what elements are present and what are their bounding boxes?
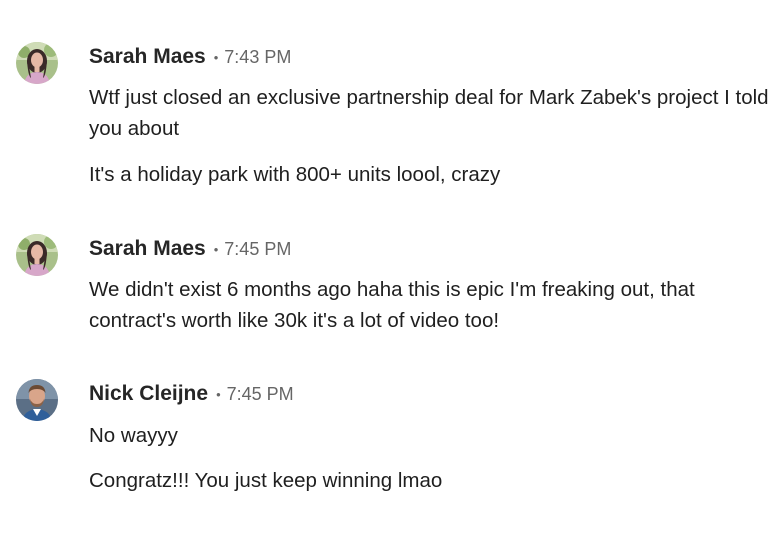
sender-name[interactable]: Sarah Maes bbox=[89, 237, 206, 261]
timestamp[interactable]: 7:43 PM bbox=[224, 47, 291, 68]
message-text: Wtf just closed an exclusive partnership… bbox=[89, 86, 769, 140]
message-text: No wayyy bbox=[89, 424, 178, 447]
timestamp[interactable]: 7:45 PM bbox=[227, 384, 294, 405]
avatar-man-photo-icon bbox=[16, 379, 58, 421]
sender-avatar[interactable] bbox=[16, 379, 58, 421]
message-header: Sarah Maes • 7:43 PM bbox=[89, 42, 291, 72]
timestamp[interactable]: 7:45 PM bbox=[224, 239, 291, 260]
separator-dot: • bbox=[213, 49, 219, 65]
avatar-woman-photo-icon bbox=[16, 234, 58, 276]
message-text: We didn't exist 6 months ago haha this i… bbox=[89, 278, 695, 332]
sender-avatar[interactable] bbox=[16, 234, 58, 276]
message-text: It's a holiday park with 800+ units looo… bbox=[89, 163, 501, 186]
sender-avatar[interactable] bbox=[16, 42, 58, 84]
sender-name[interactable]: Sarah Maes bbox=[89, 45, 206, 69]
separator-dot: • bbox=[216, 386, 221, 402]
message-header: Sarah Maes • 7:45 PM bbox=[89, 234, 291, 264]
sender-name[interactable]: Nick Cleijne bbox=[89, 382, 208, 406]
separator-dot: • bbox=[213, 241, 219, 257]
message-header: Nick Cleijne • 7:45 PM bbox=[89, 379, 294, 409]
message-text: Congratz!!! You just keep winning lmao bbox=[89, 469, 443, 492]
avatar-woman-photo-icon bbox=[16, 42, 58, 84]
